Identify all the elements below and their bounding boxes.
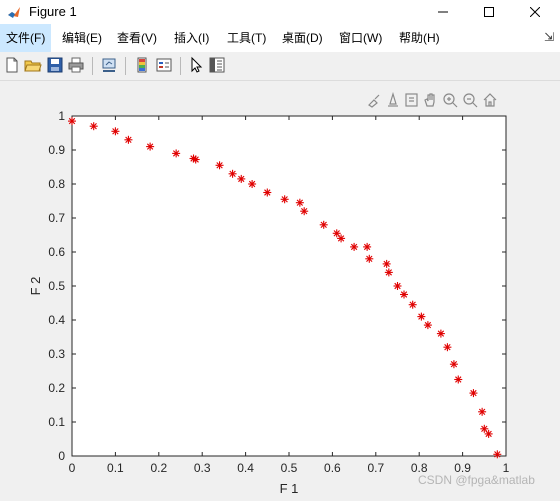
y-tick-label: 0.1 — [48, 415, 65, 429]
x-axis-label: F 1 — [280, 481, 299, 496]
x-tick-label: 0.7 — [367, 461, 384, 475]
toolbar-separator — [125, 57, 126, 75]
data-point — [478, 407, 487, 416]
data-point — [423, 321, 432, 330]
axes-background — [71, 115, 507, 457]
menu-window[interactable]: 窗口(W) — [333, 24, 388, 52]
y-tick-label: 0 — [58, 449, 65, 463]
toolbar-separator — [180, 57, 181, 75]
toolbar-separator — [92, 57, 93, 75]
insert-colorbar-icon[interactable] — [133, 56, 151, 74]
menu-edit[interactable]: 编辑(E) — [56, 24, 108, 52]
menu-view[interactable]: 查看(V) — [111, 24, 163, 52]
data-point — [493, 450, 502, 459]
data-point — [400, 290, 409, 299]
minimize-icon — [438, 11, 448, 13]
menu-desktop[interactable]: 桌面(D) — [276, 24, 329, 52]
data-point — [365, 254, 374, 263]
y-axis-label: F 2 — [28, 277, 43, 296]
menu-insert[interactable]: 插入(I) — [168, 24, 215, 52]
y-tick-label: 0.8 — [48, 177, 65, 191]
open-file-icon[interactable] — [24, 56, 42, 74]
title-bar: Figure 1 — [0, 0, 560, 24]
y-tick-label: 0.6 — [48, 245, 65, 259]
edit-plot-cursor-icon[interactable] — [187, 56, 205, 74]
data-point — [449, 360, 458, 369]
insert-legend-icon[interactable] — [155, 56, 173, 74]
print-icon[interactable] — [67, 56, 85, 74]
x-tick-label: 0.5 — [281, 461, 298, 475]
property-inspector-icon[interactable] — [208, 56, 226, 74]
x-tick-label: 0.4 — [237, 461, 254, 475]
x-tick-label: 0.2 — [150, 461, 167, 475]
data-point — [319, 220, 328, 229]
x-tick-label: 0.1 — [107, 461, 124, 475]
figure-toolbar — [0, 52, 560, 81]
data-point — [408, 300, 417, 309]
save-icon[interactable] — [46, 56, 64, 74]
close-button[interactable] — [512, 0, 558, 24]
data-point — [263, 188, 272, 197]
window-title: Figure 1 — [29, 4, 77, 19]
matlab-logo-icon — [8, 7, 20, 18]
watermark-text: CSDN @fpga&matlab — [418, 473, 535, 487]
x-tick-label: 0.3 — [194, 461, 211, 475]
maximize-icon — [484, 7, 494, 17]
menu-tools[interactable]: 工具(T) — [221, 24, 272, 52]
scatter-plot[interactable]: 0 0.1 0.2 0.3 0.4 0.5 0.6 0.7 0.8 0.9 1 0 0.1 0.2 0.3 0… — [0, 81, 560, 501]
dock-arrow-icon[interactable]: ⇲ — [544, 30, 554, 44]
x-tick-label: 0.6 — [324, 461, 341, 475]
y-tick-label: 0.9 — [48, 143, 65, 157]
y-tick-label: 0.2 — [48, 381, 65, 395]
link-plot-icon[interactable] — [100, 56, 118, 74]
data-point — [454, 375, 463, 384]
data-point — [384, 268, 393, 277]
data-point — [443, 343, 452, 352]
x-tick-label: 0 — [69, 461, 76, 475]
data-point — [382, 259, 391, 268]
menu-help[interactable]: 帮助(H) — [393, 24, 446, 52]
y-tick-label: 0.3 — [48, 347, 65, 361]
data-point — [436, 329, 445, 338]
close-icon — [530, 7, 540, 17]
data-point — [393, 282, 402, 290]
data-point — [417, 312, 426, 321]
menu-file[interactable]: 文件(F) — [0, 24, 52, 52]
data-point — [469, 389, 478, 398]
menu-bar: 文件(F) 编辑(E) 查看(V) 插入(I) 工具(T) 桌面(D) 窗口(W… — [0, 24, 560, 52]
maximize-button[interactable] — [466, 0, 512, 24]
y-tick-label: 0.5 — [48, 279, 65, 293]
data-point — [484, 429, 493, 438]
data-point — [248, 180, 257, 188]
minimize-button[interactable] — [420, 0, 466, 24]
y-tick-label: 0.7 — [48, 211, 65, 225]
y-tick-label: 0.4 — [48, 313, 65, 327]
new-figure-icon[interactable] — [3, 56, 21, 74]
y-tick-label: 1 — [58, 109, 65, 123]
